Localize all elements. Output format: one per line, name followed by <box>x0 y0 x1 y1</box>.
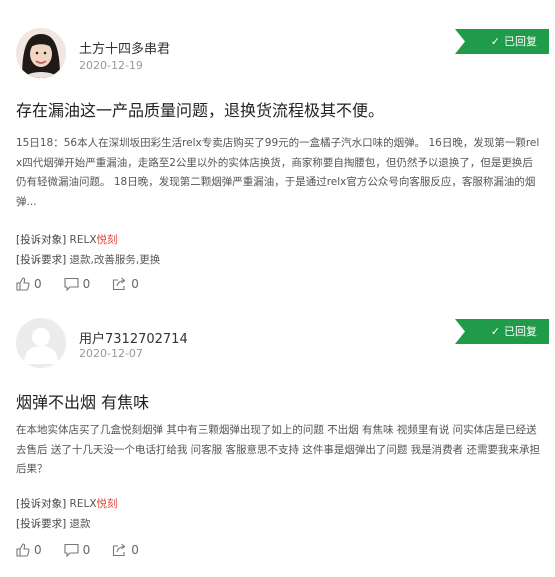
target-label: [投诉对象] <box>16 498 67 510</box>
replied-badge: ✓ 已回复 <box>455 29 549 54</box>
target-value[interactable]: RELX <box>70 498 97 510</box>
share-icon <box>113 543 126 557</box>
complaint-target: [投诉对象] RELX悦刻 <box>16 496 118 511</box>
demand-value: 退款,改善服务,更换 <box>69 254 161 266</box>
complaint-demand: [投诉要求] 退款 <box>16 516 91 531</box>
demand-value: 退款 <box>69 518 91 530</box>
check-icon: ✓ <box>490 35 500 48</box>
badge-label: 已回复 <box>504 325 537 338</box>
like-button[interactable]: 0 <box>16 543 42 557</box>
target-brand[interactable]: 悦刻 <box>97 498 118 510</box>
complaint-demand: [投诉要求] 退款,改善服务,更换 <box>16 252 160 267</box>
like-count: 0 <box>34 543 42 557</box>
action-bar: 0 0 0 <box>16 277 139 291</box>
comment-count: 0 <box>82 543 91 557</box>
comment-button[interactable]: 0 <box>64 543 91 557</box>
replied-badge: ✓ 已回复 <box>455 319 549 344</box>
username[interactable]: 用户7312702714 <box>79 328 188 347</box>
demand-label: [投诉要求] <box>16 518 67 530</box>
comment-icon <box>64 277 79 291</box>
target-label: [投诉对象] <box>16 234 67 246</box>
thumbs-up-icon <box>16 543 30 557</box>
target-value[interactable]: RELX <box>70 234 97 246</box>
complaint-target: [投诉对象] RELX悦刻 <box>16 232 118 247</box>
demand-label: [投诉要求] <box>16 254 67 266</box>
complaint-card-2: 用户7312702714 2020-12-07 ✓ 已回复 烟弹不出烟 有焦味 在… <box>0 300 555 577</box>
complaint-title[interactable]: 存在漏油这一产品质量问题，退换货流程极其不便。 <box>16 97 541 121</box>
share-button[interactable]: 0 <box>112 277 139 291</box>
avatar[interactable] <box>16 28 66 78</box>
comment-count: 0 <box>82 277 91 291</box>
comment-icon <box>64 543 79 557</box>
target-brand[interactable]: 悦刻 <box>97 234 118 246</box>
post-date: 2020-12-19 <box>79 59 143 72</box>
check-icon: ✓ <box>490 325 500 338</box>
like-button[interactable]: 0 <box>16 277 42 291</box>
badge-label: 已回复 <box>504 35 537 48</box>
share-button[interactable]: 0 <box>112 543 139 557</box>
thumbs-up-icon <box>16 277 30 291</box>
complaint-card-1: 土方十四多串君 2020-12-19 ✓ 已回复 存在漏油这一产品质量问题，退换货… <box>0 0 555 300</box>
complaint-title[interactable]: 烟弹不出烟 有焦味 <box>16 389 541 413</box>
post-date: 2020-12-07 <box>79 347 143 360</box>
complaint-body: 15日18：56本人在深圳坂田彩生活relx专卖店购买了99元的一盒橘子汽水口味… <box>16 137 540 208</box>
complaint-body: 在本地实体店买了几盒悦刻烟弹 其中有三颗烟弹出现了如上的问题 不出烟 有焦味 视… <box>16 424 541 475</box>
share-count: 0 <box>131 277 139 291</box>
share-icon <box>113 277 126 291</box>
action-bar: 0 0 0 <box>16 543 139 557</box>
username[interactable]: 土方十四多串君 <box>79 38 170 57</box>
like-count: 0 <box>34 277 42 291</box>
share-count: 0 <box>131 543 139 557</box>
comment-button[interactable]: 0 <box>64 277 91 291</box>
avatar[interactable] <box>16 318 66 368</box>
